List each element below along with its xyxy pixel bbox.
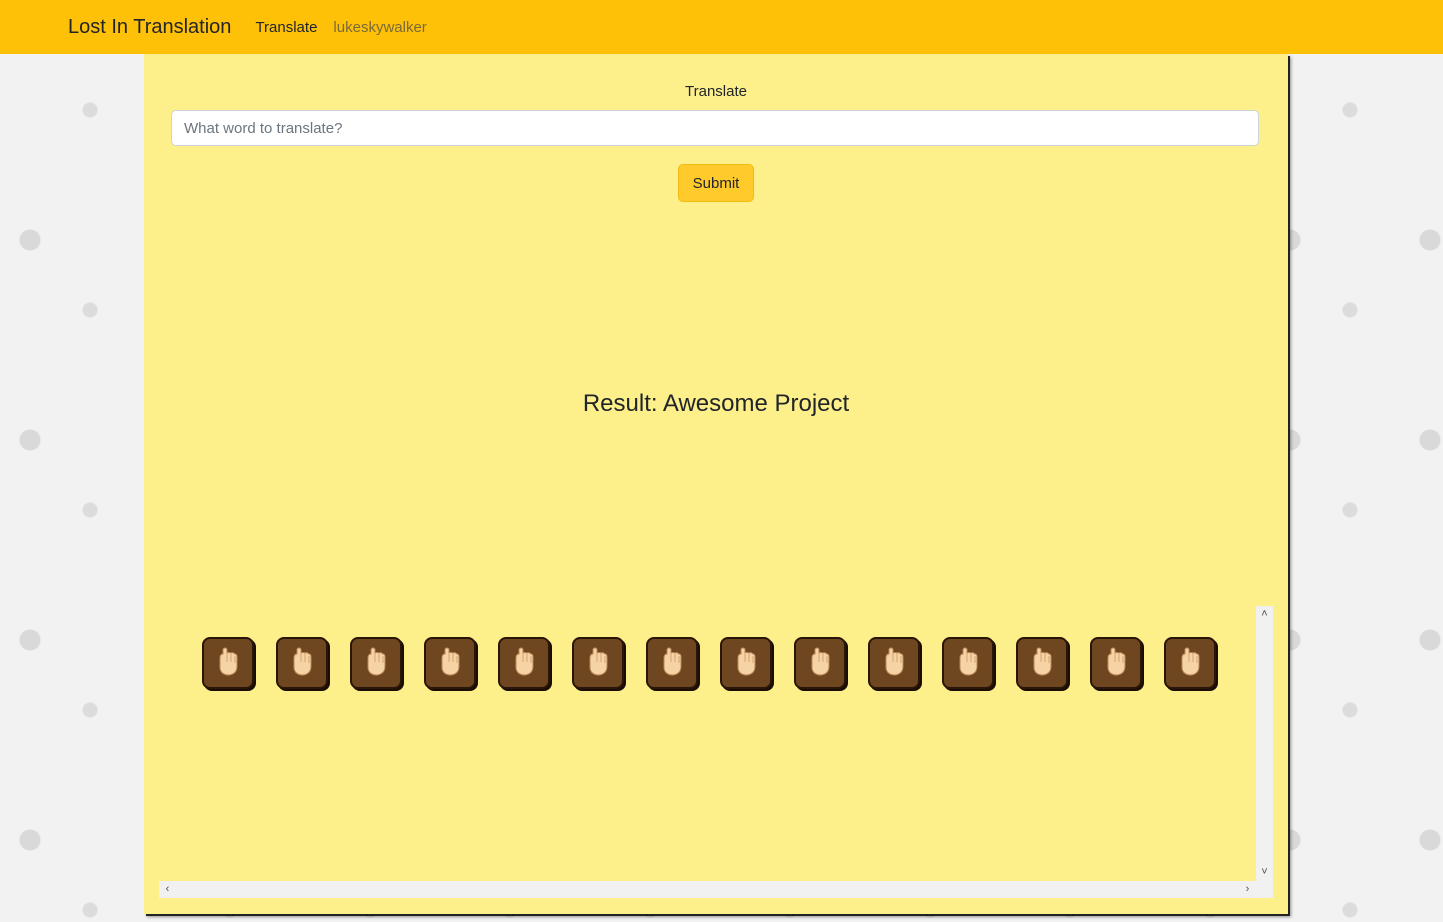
sign-list [202,637,1216,689]
sign-scroll-area[interactable]: ˄ ˅ ‹ › [159,606,1273,898]
sign-tile [720,637,772,689]
navbar: Lost In Translation Translate lukeskywal… [0,0,1443,54]
sign-tile [498,637,550,689]
brand-title[interactable]: Lost In Translation [68,16,231,39]
hand-sign-j-icon [951,644,985,683]
scroll-left-arrow-icon[interactable]: ‹ [159,881,176,898]
translate-input[interactable] [171,110,1259,146]
horizontal-scrollbar[interactable]: ‹ › [159,881,1256,898]
submit-button[interactable]: Submit [678,164,754,202]
sign-tile [868,637,920,689]
sign-tile [1090,637,1142,689]
sign-tile [276,637,328,689]
hand-sign-e-icon [655,644,689,683]
hand-sign-o-icon [877,644,911,683]
sign-tile [794,637,846,689]
vertical-scrollbar[interactable]: ˄ ˅ [1256,606,1273,881]
hand-sign-a-icon [211,644,245,683]
hand-sign-t-icon [1173,644,1207,683]
hand-sign-e-icon [359,644,393,683]
sign-tile [942,637,994,689]
hand-sign-w-icon [285,644,319,683]
scroll-down-arrow-icon[interactable]: ˅ [1256,864,1273,881]
sign-tile [572,637,624,689]
sign-tile [350,637,402,689]
sign-tile [646,637,698,689]
hand-sign-m-icon [581,644,615,683]
nav-link-translate[interactable]: Translate [255,19,317,36]
scrollbar-corner [1256,881,1273,898]
hand-sign-c-icon [1099,644,1133,683]
nav-link-profile[interactable]: lukeskywalker [333,19,426,36]
sign-tile [1164,637,1216,689]
translate-card: Translate Submit Result: Awesome Project… [144,54,1288,914]
translate-label: Translate [685,83,747,100]
hand-sign-r-icon [803,644,837,683]
hand-sign-s-icon [433,644,467,683]
sign-tile [424,637,476,689]
hand-sign-e-icon [1025,644,1059,683]
result-text: Result: Awesome Project [582,390,850,417]
sign-tile [202,637,254,689]
sign-tile [1016,637,1068,689]
scroll-up-arrow-icon[interactable]: ˄ [1256,606,1273,623]
hand-sign-o-icon [507,644,541,683]
scroll-right-arrow-icon[interactable]: › [1239,881,1256,898]
hand-sign-p-icon [729,644,763,683]
